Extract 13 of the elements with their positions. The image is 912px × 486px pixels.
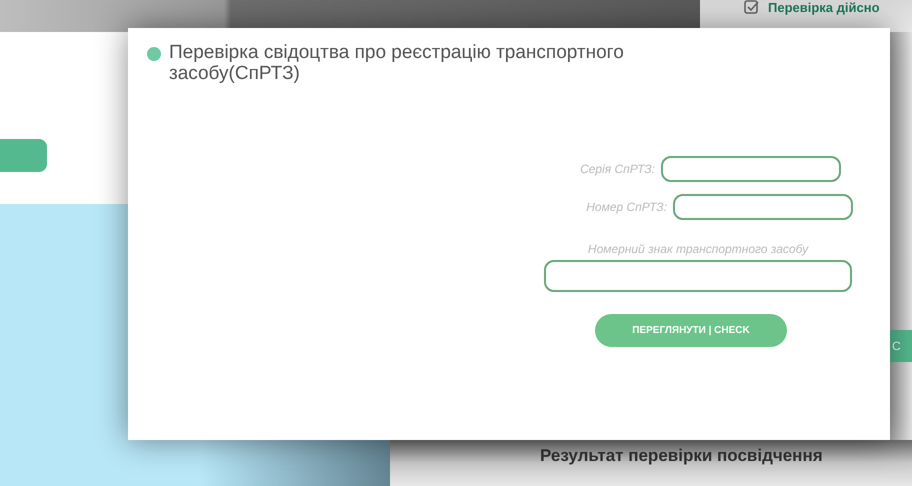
field-label: Номерний знак транспортного засобу bbox=[588, 242, 808, 256]
check-button[interactable]: С bbox=[890, 330, 912, 362]
status-dot bbox=[147, 47, 161, 61]
menu-link[interactable]: Перевірка дійсно bbox=[768, 0, 880, 15]
input-field[interactable] bbox=[673, 194, 853, 220]
field-label: Номер СпРТЗ: bbox=[586, 200, 667, 214]
input-field[interactable] bbox=[661, 156, 841, 182]
input-field[interactable] bbox=[544, 260, 852, 292]
dialog-title: Перевірка свідоцтва про реєстрацію транспортного засобу(СпРТЗ) bbox=[169, 42, 625, 84]
result-heading: Результат перевірки посвідчення bbox=[540, 446, 823, 466]
field-label: Серія СпРТЗ: bbox=[580, 162, 655, 176]
check-button[interactable]: ПЕРЕГЛЯНУТИ | CHECK bbox=[595, 314, 787, 347]
checkbox-icon[interactable] bbox=[744, 0, 760, 14]
